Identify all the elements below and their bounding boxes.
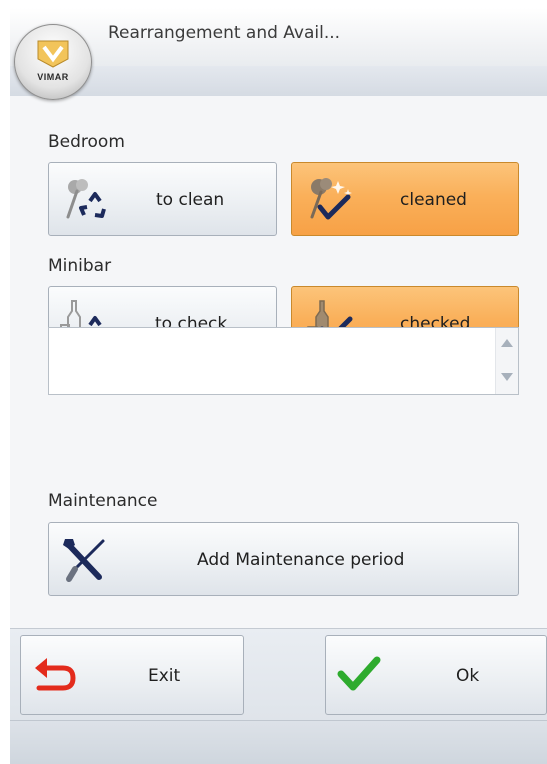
exit-label: Exit: [148, 666, 181, 686]
status-bar: [10, 720, 547, 764]
minibar-label: Minibar: [48, 256, 112, 276]
dialog-window: Rearrangement and Avail... VIMAR Bedroom…: [10, 8, 547, 764]
logo-text: VIMAR: [37, 72, 69, 82]
notes-scrollbar[interactable]: [495, 328, 518, 394]
cleaned-button[interactable]: cleaned: [291, 162, 519, 236]
notes-field[interactable]: [48, 327, 519, 395]
maintenance-label: Maintenance: [48, 491, 158, 511]
to-clean-label: to clean: [156, 190, 225, 210]
cleaned-label: cleaned: [400, 190, 467, 210]
app-logo[interactable]: VIMAR: [14, 24, 92, 100]
ok-button[interactable]: Ok: [325, 635, 547, 715]
add-maintenance-period-label: Add Maintenance period: [197, 550, 405, 570]
exit-button[interactable]: Exit: [20, 635, 244, 715]
undo-arrow-icon: [35, 658, 76, 691]
scroll-up-icon[interactable]: [500, 338, 514, 348]
window-title: Rearrangement and Avail...: [108, 23, 341, 43]
notes-input[interactable]: [49, 328, 489, 394]
wrench-screwdriver-icon: [63, 539, 105, 582]
check-icon: [337, 656, 381, 691]
ok-label: Ok: [456, 666, 480, 686]
logo-emblem-icon: [37, 40, 69, 68]
bedroom-label: Bedroom: [48, 132, 125, 152]
to-clean-button[interactable]: to clean: [48, 162, 277, 236]
broom-recycle-icon: [66, 179, 106, 219]
scroll-down-icon[interactable]: [500, 372, 514, 382]
broom-sparkle-check-icon: [310, 178, 352, 220]
add-maintenance-period-button[interactable]: Add Maintenance period: [48, 522, 519, 596]
